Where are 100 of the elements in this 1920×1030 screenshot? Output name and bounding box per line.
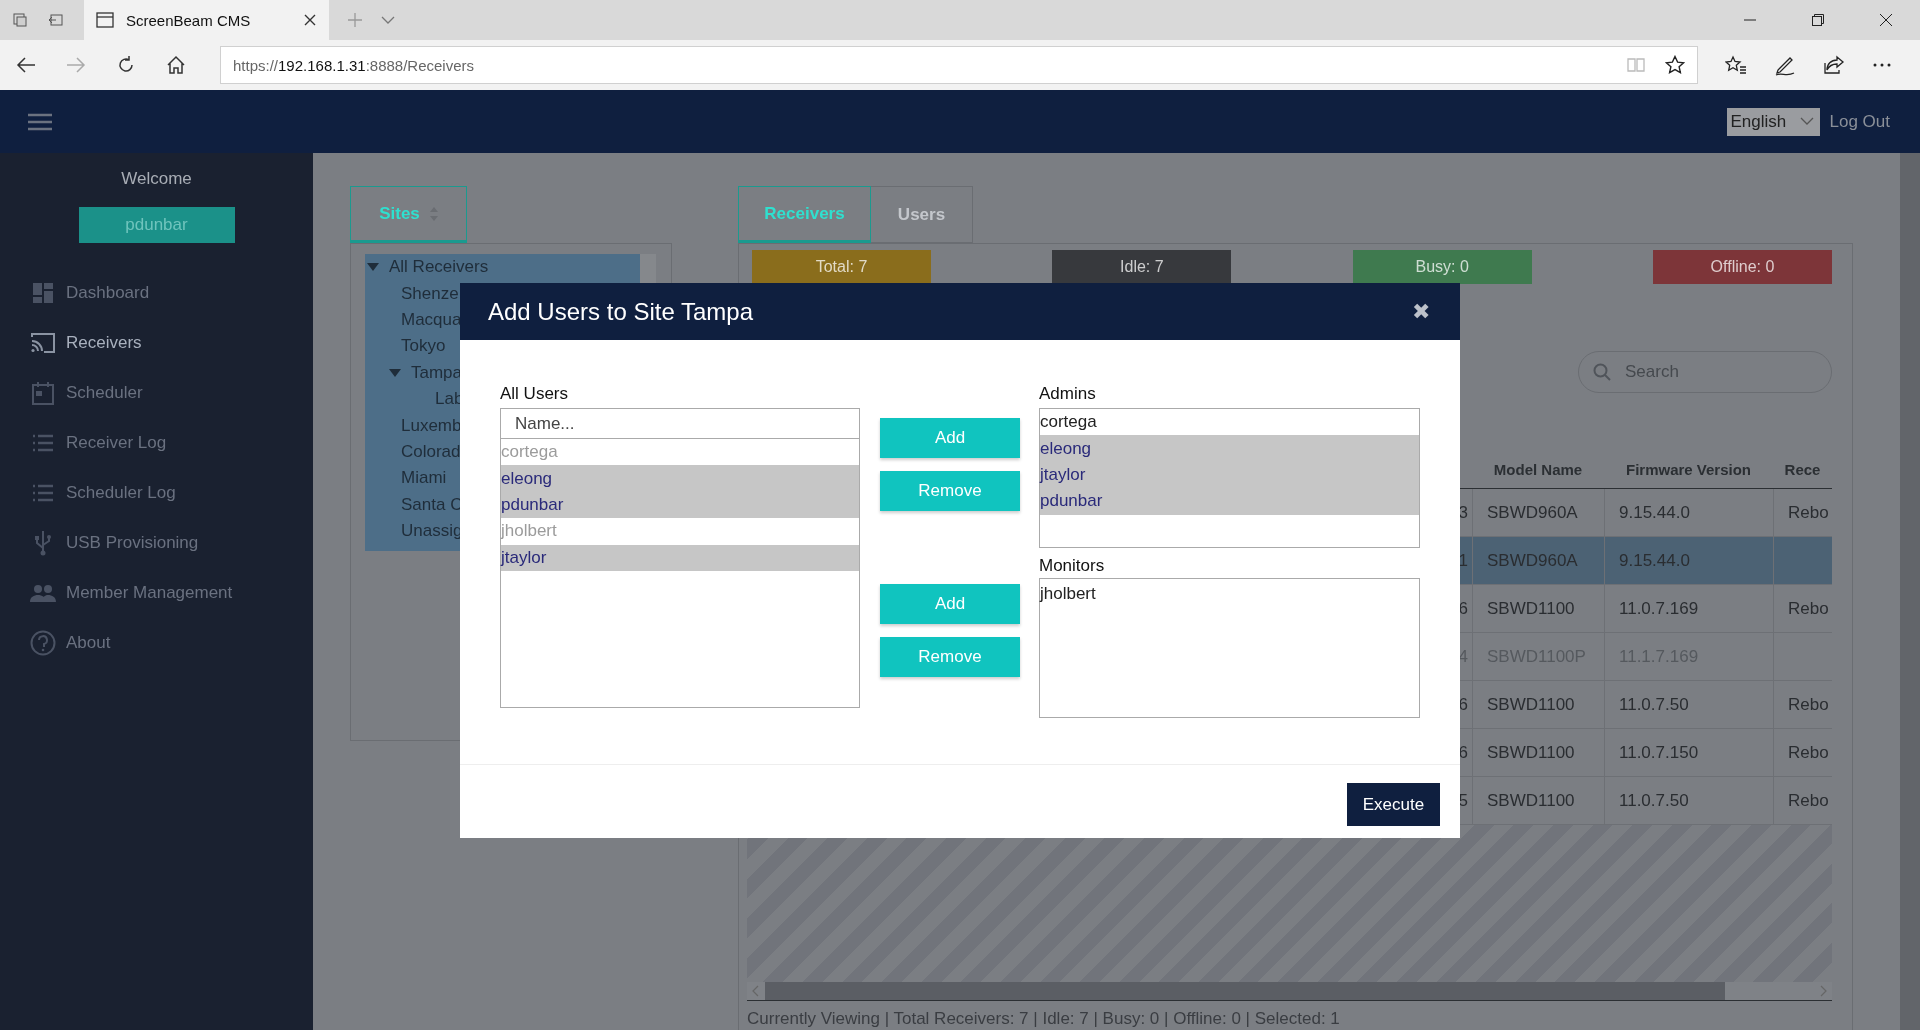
tree-item[interactable]: Macqua — [401, 309, 462, 330]
column-header[interactable]: Rece — [1773, 460, 1832, 478]
table-cell: 5 — [1458, 790, 1468, 811]
restore-icon[interactable] — [1812, 14, 1824, 26]
sidebar-item[interactable]: Member Management — [0, 568, 313, 618]
action-button[interactable]: Add — [880, 418, 1020, 458]
action-button[interactable]: Remove — [880, 471, 1020, 511]
list-item[interactable]: jtaylor — [1040, 461, 1419, 489]
table-cell: SBWD960A — [1487, 550, 1578, 571]
table-cell: 1 — [1458, 550, 1468, 571]
dialog-title: Add Users to Site Tampa — [488, 297, 754, 326]
table-cell: Rebo — [1788, 502, 1829, 523]
forward-icon[interactable] — [66, 56, 86, 74]
home-icon[interactable] — [166, 55, 186, 75]
back-tab-icon[interactable] — [48, 12, 64, 28]
list-label: All Users — [500, 384, 569, 405]
status-badge: Total: 7 — [752, 250, 931, 284]
favorites-icon[interactable] — [1725, 55, 1747, 75]
back-icon[interactable] — [16, 56, 36, 74]
chevron-down-icon[interactable] — [1799, 117, 1814, 126]
status-text: Currently Viewing | Total Receivers: 7 | Idle: 7 | Busy: 0 | Offline: 0 | Selected: 1 — [747, 1009, 1341, 1029]
table-cell: 3 — [1458, 502, 1468, 523]
table-cell: SBWD1100 — [1487, 694, 1575, 715]
sidebar-item[interactable]: USB Provisioning — [0, 518, 313, 568]
table-cell: Rebo — [1788, 790, 1829, 811]
address-field[interactable]: https://192.168.1.31:8888/Receivers — [220, 46, 1698, 84]
chevron-down-icon[interactable] — [381, 15, 395, 25]
action-button[interactable]: Remove — [880, 637, 1020, 677]
refresh-icon[interactable] — [116, 55, 136, 75]
list-item[interactable]: eleong — [501, 465, 859, 492]
user-button[interactable]: pdunbar — [78, 207, 235, 243]
people-icon — [29, 584, 57, 602]
table-cell: Rebo — [1788, 694, 1829, 715]
sidebar-item[interactable]: Receiver Log — [0, 418, 313, 468]
close-icon[interactable] — [303, 13, 317, 27]
column-header[interactable]: Model Name — [1472, 460, 1604, 478]
execute-button[interactable]: Execute — [1347, 783, 1440, 826]
table-cell: SBWD1100 — [1487, 742, 1575, 763]
tree-item[interactable]: Shenze — [401, 283, 459, 304]
tree-item[interactable]: Tampa — [411, 362, 463, 383]
list-item[interactable]: jtaylor — [501, 544, 859, 571]
table-cell: SBWD1100 — [1487, 790, 1575, 811]
list-item[interactable]: pdunbar — [1040, 488, 1419, 515]
table-cell: 11.0.7.50 — [1619, 694, 1689, 715]
menu-icon[interactable] — [28, 112, 52, 131]
column-header[interactable]: Firmware Version — [1604, 460, 1773, 478]
sites-tab-label[interactable]: Sites — [379, 203, 420, 224]
tree-item[interactable]: Miami — [401, 468, 447, 489]
status-badge: Idle: 7 — [1052, 250, 1232, 284]
sites-tab[interactable]: Sites — [350, 186, 467, 243]
usb-icon — [34, 530, 52, 556]
tab[interactable]: Users — [871, 186, 973, 243]
table-cell: Rebo — [1788, 742, 1829, 763]
collapse-arrow-icon[interactable] — [389, 368, 401, 377]
tree-item[interactable]: Tokyo — [401, 336, 446, 357]
collapse-arrow-icon[interactable] — [367, 263, 379, 272]
table-cell: Rebo — [1788, 598, 1829, 619]
tab-title: ScreenBeam CMS — [126, 11, 252, 29]
status-badge: Offline: 0 — [1653, 250, 1832, 284]
sidebar-item[interactable]: Scheduler — [0, 368, 313, 418]
list-icon — [32, 484, 54, 502]
language-select[interactable]: English — [1726, 107, 1820, 136]
sidebar-item[interactable]: Receivers — [0, 318, 313, 368]
status-badge: Busy: 0 — [1352, 250, 1532, 284]
calendar-icon — [32, 381, 54, 405]
tree-item[interactable]: All Receivers — [389, 257, 489, 278]
list-item[interactable]: eleong — [1040, 435, 1419, 462]
table-cell: 11.0.7.50 — [1619, 790, 1689, 811]
tab[interactable]: Receivers — [738, 186, 871, 243]
browser-tab[interactable]: ScreenBeam CMS — [84, 0, 329, 40]
star-icon[interactable] — [1665, 55, 1685, 75]
search-icon — [1593, 363, 1611, 381]
cast-icon — [30, 332, 56, 354]
table-cell: 9.15.44.0 — [1619, 550, 1690, 571]
list-label: Monitors — [1039, 556, 1106, 577]
list-icon — [32, 434, 54, 452]
list-label: Admins — [1039, 384, 1097, 405]
welcome-text: Welcome — [121, 169, 192, 189]
list-item[interactable]: pdunbar — [501, 491, 859, 519]
logout-link[interactable]: Log Out — [1829, 111, 1890, 132]
table-cell: 11.0.7.169 — [1619, 598, 1699, 619]
share-icon[interactable] — [1823, 55, 1845, 75]
table-cell: 9.15.44.0 — [1619, 502, 1690, 523]
dashboard-icon — [32, 282, 54, 304]
list-item[interactable]: cortega — [1040, 409, 1419, 436]
sidebar-item[interactable]: Scheduler Log — [0, 468, 313, 518]
scrollbar[interactable] — [1900, 153, 1920, 1030]
more-icon[interactable] — [1872, 62, 1892, 68]
table-cell: 11.0.7.150 — [1619, 742, 1699, 763]
close-window-icon[interactable] — [1880, 14, 1892, 26]
action-button[interactable]: Add — [880, 584, 1020, 624]
tree-item[interactable]: Colorad — [401, 441, 461, 462]
list-item[interactable]: jholbert — [1040, 581, 1419, 608]
sidebar-item[interactable]: Dashboard — [0, 268, 313, 318]
sidebar-item[interactable]: About — [0, 618, 313, 668]
tabs-icon[interactable] — [12, 12, 28, 28]
help-icon — [30, 630, 56, 656]
tree-item[interactable]: Luxemb — [401, 415, 462, 436]
tree-item[interactable]: Unassig — [401, 521, 463, 542]
close-button[interactable]: ✖ — [1412, 298, 1430, 325]
